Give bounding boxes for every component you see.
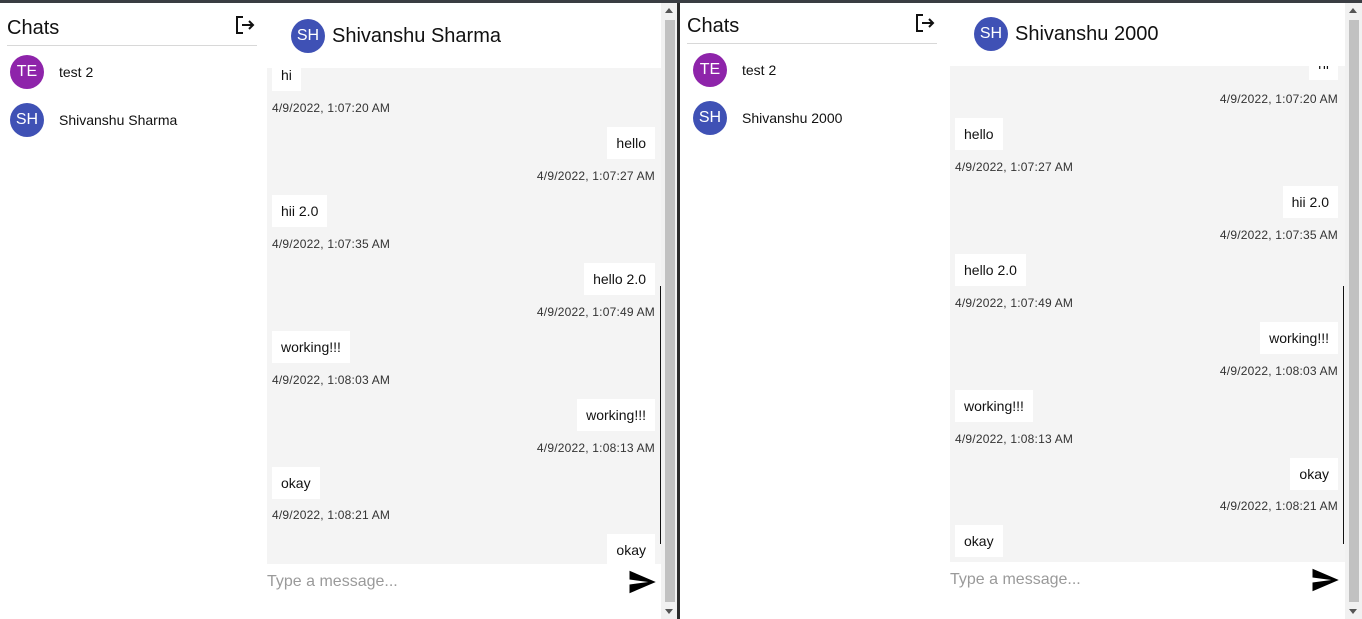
message-bubble-sent: working!!! [577, 399, 655, 431]
message-input[interactable] [267, 571, 607, 593]
sidebar-header: Chats [7, 3, 257, 46]
chat-panel: hi 4/9/2022, 1:07:20 AM hello 4/9/2022, … [267, 3, 662, 619]
sidebar-title: Chats [7, 17, 60, 39]
message-input[interactable] [950, 569, 1290, 591]
message-bubble-received: okay [272, 467, 320, 499]
chat-title: Shivanshu Sharma [332, 25, 501, 47]
message-timestamp: 4/9/2022, 1:07:20 AM [272, 101, 391, 115]
avatar: TE [10, 55, 44, 89]
chat-panel: hi 4/9/2022, 1:07:20 AM hello 4/9/2022, … [950, 3, 1345, 619]
message-timestamp: 4/9/2022, 1:07:27 AM [536, 169, 655, 183]
contact-name: test 2 [742, 62, 777, 78]
right-chat-window: Chats TE test 2 SH Shivanshu 2000 hi 4/9… [680, 3, 1362, 619]
contact-name: test 2 [59, 64, 94, 80]
scrollbar[interactable] [661, 3, 677, 619]
contact-item-test-2[interactable]: TE test 2 [693, 53, 933, 87]
logout-icon[interactable] [233, 13, 257, 37]
scroll-down-arrow[interactable] [1349, 609, 1357, 614]
message-timestamp: 4/9/2022, 1:08:21 AM [272, 508, 391, 522]
logout-icon[interactable] [913, 11, 937, 35]
message-composer [950, 562, 1345, 619]
message-timestamp: 4/9/2022, 1:07:49 AM [955, 296, 1074, 310]
send-icon[interactable] [625, 567, 659, 597]
message-bubble-received: hii 2.0 [272, 195, 328, 227]
message-bubble-sent: okay [1290, 458, 1338, 490]
scroll-down-arrow[interactable] [665, 609, 673, 614]
message-bubble-sent: hii 2.0 [1282, 186, 1338, 218]
message-timestamp: 4/9/2022, 1:07:20 AM [1219, 92, 1338, 106]
resize-edge [660, 286, 661, 544]
avatar: SH [693, 101, 727, 135]
contact-item-shivanshu-2000[interactable]: SH Shivanshu 2000 [693, 101, 933, 135]
sidebar-title: Chats [687, 15, 740, 37]
message-timestamp: 4/9/2022, 1:07:27 AM [955, 160, 1074, 174]
message-bubble-sent: hello [607, 127, 655, 159]
avatar: SH [974, 17, 1008, 51]
message-bubble-received: okay [955, 525, 1003, 557]
resize-edge [1343, 286, 1344, 544]
message-timestamp: 4/9/2022, 1:08:21 AM [1219, 499, 1338, 513]
message-bubble-sent: hello 2.0 [584, 263, 655, 295]
message-timestamp: 4/9/2022, 1:08:13 AM [536, 441, 655, 455]
message-bubble-received: working!!! [272, 331, 350, 363]
avatar: SH [291, 19, 325, 53]
send-icon[interactable] [1308, 565, 1342, 595]
contact-name: Shivanshu Sharma [59, 112, 178, 128]
message-timestamp: 4/9/2022, 1:07:35 AM [272, 237, 391, 251]
avatar: SH [10, 103, 44, 137]
message-timestamp: 4/9/2022, 1:08:03 AM [1219, 364, 1338, 378]
message-composer [267, 564, 662, 619]
scroll-up-arrow[interactable] [665, 8, 673, 13]
scrollbar-thumb[interactable] [665, 20, 675, 602]
scrollbar[interactable] [1345, 3, 1362, 619]
left-chat-window: Chats TE test 2 SH Shivanshu Sharma hi 4… [0, 3, 677, 619]
message-timestamp: 4/9/2022, 1:08:13 AM [955, 432, 1074, 446]
contact-item-test-2[interactable]: TE test 2 [10, 55, 250, 89]
message-bubble-sent: working!!! [1260, 322, 1338, 354]
message-list: hi 4/9/2022, 1:07:20 AM hello 4/9/2022, … [950, 3, 1345, 619]
scrollbar-thumb[interactable] [1349, 20, 1359, 602]
message-bubble-received: hello [955, 118, 1003, 150]
message-timestamp: 4/9/2022, 1:07:35 AM [1219, 228, 1338, 242]
message-list: hi 4/9/2022, 1:07:20 AM hello 4/9/2022, … [267, 3, 662, 619]
chat-header: SH Shivanshu 2000 [950, 3, 1345, 66]
contact-name: Shivanshu 2000 [742, 110, 843, 126]
sidebar: Chats TE test 2 SH Shivanshu 2000 [680, 3, 945, 619]
message-timestamp: 4/9/2022, 1:08:03 AM [272, 373, 391, 387]
message-timestamp: 4/9/2022, 1:07:49 AM [536, 305, 655, 319]
chat-title: Shivanshu 2000 [1015, 23, 1159, 45]
contact-item-shivanshu-sharma[interactable]: SH Shivanshu Sharma [10, 103, 250, 137]
message-bubble-received: hello 2.0 [955, 254, 1026, 286]
message-bubble-received: working!!! [955, 390, 1033, 422]
scroll-up-arrow[interactable] [1349, 8, 1357, 13]
sidebar: Chats TE test 2 SH Shivanshu Sharma [0, 3, 265, 619]
sidebar-header: Chats [687, 3, 937, 44]
chat-header: SH Shivanshu Sharma [267, 3, 662, 68]
message-bubble-sent: okay [607, 534, 655, 566]
avatar: TE [693, 53, 727, 87]
